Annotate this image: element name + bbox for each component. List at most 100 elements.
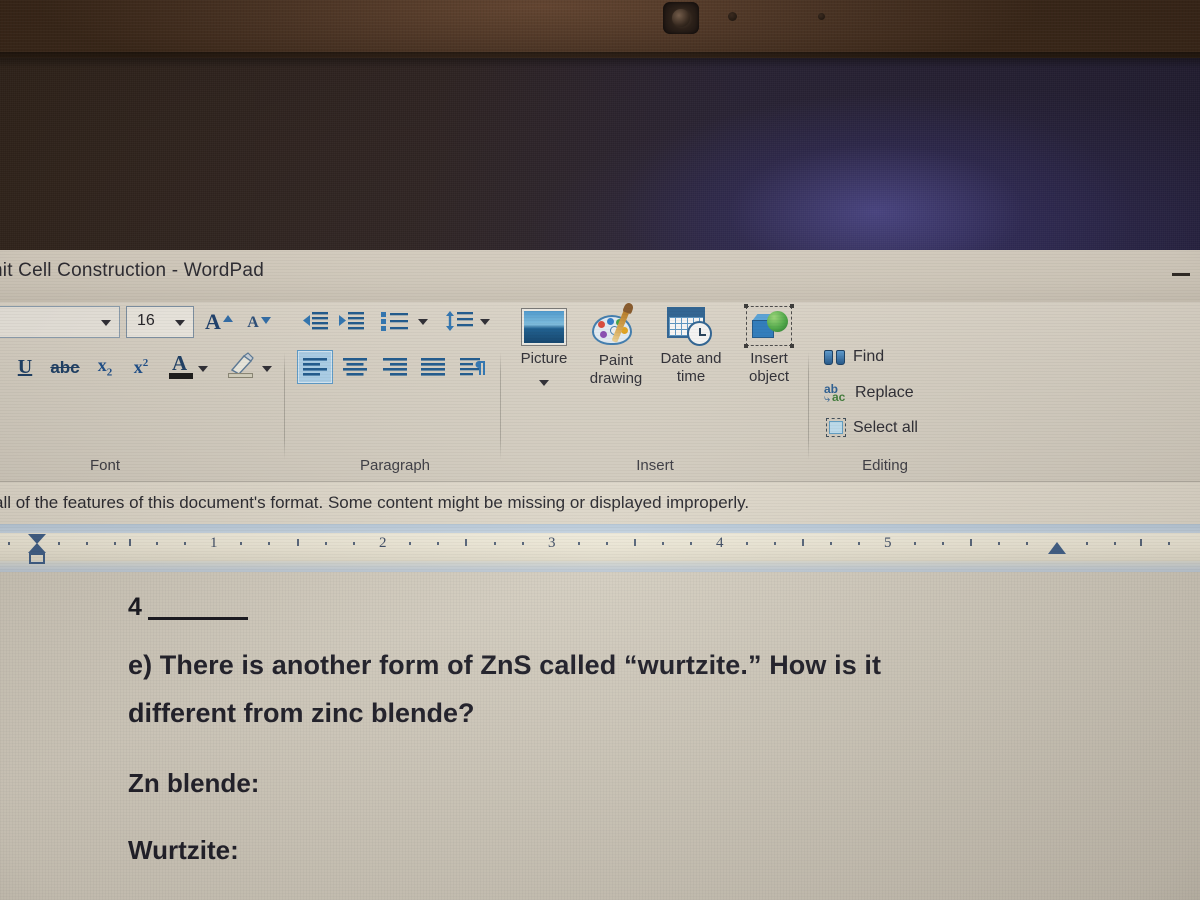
document-line: Wurtzite: bbox=[128, 835, 239, 865]
document-line: different from zinc blende? bbox=[128, 698, 475, 728]
chevron-down-icon[interactable] bbox=[539, 380, 549, 386]
paragraph-group-label: Paragraph bbox=[359, 457, 431, 474]
font-name-combobox[interactable] bbox=[0, 306, 120, 338]
align-left-icon bbox=[303, 358, 327, 376]
insert-picture-label: Picture bbox=[520, 350, 568, 367]
text-color-button[interactable]: A bbox=[168, 351, 194, 380]
desktop-wallpaper bbox=[0, 58, 1200, 255]
calendar-clock-icon bbox=[667, 306, 715, 346]
date-and-time-label: Date and time bbox=[660, 350, 722, 385]
chevron-down-icon bbox=[101, 320, 111, 326]
microphone-hole-icon bbox=[728, 12, 737, 21]
bezel-texture bbox=[0, 0, 1200, 58]
highlight-color-dropdown-icon[interactable] bbox=[262, 366, 272, 372]
align-right-icon bbox=[383, 358, 407, 376]
date-and-time-button[interactable]: Date and time bbox=[652, 306, 730, 386]
text-color-dropdown-icon[interactable] bbox=[198, 366, 208, 372]
font-size-value: 16 bbox=[137, 312, 155, 329]
line-spacing-icon bbox=[446, 311, 473, 331]
group-separator bbox=[284, 352, 285, 460]
decrease-indent-icon bbox=[303, 312, 328, 330]
paragraph-settings-button[interactable] bbox=[455, 350, 491, 384]
picture-icon bbox=[521, 308, 567, 346]
compatibility-bar: all of the features of this document's f… bbox=[0, 482, 1200, 524]
group-separator bbox=[500, 352, 501, 460]
shrink-font-button[interactable]: A bbox=[242, 308, 276, 338]
justify-button[interactable] bbox=[415, 350, 451, 384]
compatibility-message: all of the features of this document's f… bbox=[0, 493, 750, 512]
webcam-icon bbox=[663, 2, 699, 34]
align-center-icon bbox=[343, 358, 367, 376]
document-line: Zn blende: bbox=[128, 768, 260, 798]
insert-object-button[interactable]: Insert object bbox=[730, 304, 808, 386]
select-all-label: Select all bbox=[853, 418, 918, 436]
insert-group-label: Insert bbox=[636, 457, 674, 474]
find-label: Find bbox=[853, 348, 885, 365]
paint-palette-icon bbox=[590, 301, 642, 348]
font-group-label: Font bbox=[89, 457, 120, 474]
line-spacing-button[interactable] bbox=[442, 306, 476, 336]
document-blank-line bbox=[148, 617, 248, 620]
ruler-number: 3 bbox=[548, 535, 556, 551]
select-all-button[interactable]: Select all bbox=[826, 418, 918, 437]
select-all-icon bbox=[826, 418, 846, 437]
align-left-button[interactable] bbox=[297, 350, 333, 384]
decrease-indent-button[interactable] bbox=[300, 306, 332, 336]
wordpad-window: nit Cell Construction - WordPad 16 A A U… bbox=[0, 250, 1200, 900]
strikethrough-button[interactable]: abc bbox=[46, 354, 84, 382]
shrink-font-icon: A bbox=[247, 314, 259, 331]
screenshot-root: nit Cell Construction - WordPad 16 A A U… bbox=[0, 0, 1200, 900]
paint-drawing-button[interactable]: Paint drawing bbox=[577, 301, 655, 388]
bezel-shadow bbox=[0, 52, 1200, 68]
right-indent-marker[interactable] bbox=[1048, 542, 1066, 554]
increase-indent-button[interactable] bbox=[336, 306, 368, 336]
ruler-number: 4 bbox=[716, 535, 724, 551]
window-title: nit Cell Construction - WordPad bbox=[0, 260, 264, 281]
underline-button[interactable]: U bbox=[10, 352, 40, 382]
align-right-button[interactable] bbox=[377, 350, 413, 384]
document-line: e) There is another form of ZnS called “… bbox=[128, 650, 882, 680]
editing-group-label: Editing bbox=[862, 457, 908, 474]
replace-label: Replace bbox=[855, 384, 914, 401]
microphone-hole-icon bbox=[818, 13, 825, 20]
insert-picture-button[interactable]: Picture bbox=[505, 308, 583, 386]
grow-font-button[interactable]: A bbox=[202, 306, 236, 338]
bullet-list-icon bbox=[381, 312, 408, 331]
ribbon: 16 A A U abc x2 x2 A Font Paragraph Pict… bbox=[0, 301, 1200, 482]
left-indent-marker[interactable] bbox=[28, 534, 46, 564]
increase-indent-icon bbox=[339, 312, 364, 330]
highlighter-pen-icon bbox=[226, 352, 256, 380]
laptop-bezel bbox=[0, 0, 1200, 58]
triangle-down-icon bbox=[260, 316, 271, 324]
superscript-icon: x2 bbox=[133, 356, 149, 377]
justify-icon bbox=[421, 358, 445, 376]
find-button[interactable]: Find bbox=[824, 348, 884, 366]
ruler[interactable]: 1 2 3 4 5 bbox=[0, 524, 1200, 572]
ruler-number: 2 bbox=[379, 535, 387, 551]
underline-icon: U bbox=[17, 355, 33, 378]
replace-button[interactable]: ab ⤷ ac Replace bbox=[824, 382, 914, 405]
minimize-button[interactable] bbox=[1168, 262, 1196, 286]
title-bar: nit Cell Construction - WordPad bbox=[0, 250, 1200, 302]
group-separator bbox=[808, 352, 809, 460]
align-center-button[interactable] bbox=[337, 350, 373, 384]
wallpaper-texture bbox=[0, 58, 1200, 255]
bullets-button[interactable] bbox=[378, 306, 412, 336]
chevron-down-icon bbox=[175, 320, 185, 326]
insert-object-label: Insert object bbox=[748, 350, 790, 385]
grow-font-icon: A bbox=[205, 309, 221, 334]
subscript-button[interactable]: x2 bbox=[90, 352, 120, 382]
paragraph-mark-icon bbox=[460, 358, 485, 376]
highlight-color-button[interactable] bbox=[226, 352, 256, 380]
replace-icon: ab ⤷ ac bbox=[824, 382, 846, 405]
text-color-icon: A bbox=[168, 351, 194, 380]
ruler-number: 1 bbox=[210, 535, 218, 551]
paint-drawing-label: Paint drawing bbox=[589, 352, 643, 387]
line-spacing-dropdown-icon[interactable] bbox=[480, 319, 490, 325]
font-size-combobox[interactable]: 16 bbox=[126, 306, 194, 338]
subscript-icon: x2 bbox=[97, 355, 113, 379]
object-icon bbox=[744, 304, 794, 348]
document-number-marker: 4 bbox=[128, 593, 142, 621]
bullets-dropdown-icon[interactable] bbox=[418, 319, 428, 325]
superscript-button[interactable]: x2 bbox=[126, 352, 156, 382]
